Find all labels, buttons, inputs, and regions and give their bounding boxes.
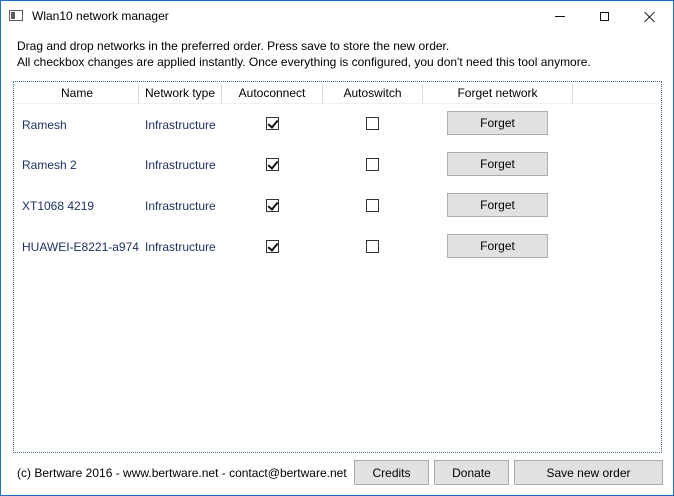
autoconnect-checkbox[interactable] [266, 240, 279, 253]
autoconnect-checkbox[interactable] [266, 158, 279, 171]
autoconnect-checkbox[interactable] [266, 199, 279, 212]
column-header-autoconnect[interactable]: Autoconnect [222, 84, 323, 103]
instruction-line-2: All checkbox changes are applied instant… [17, 55, 591, 69]
credits-button[interactable]: Credits [354, 460, 429, 485]
title-bar[interactable]: Wlan10 network manager [1, 1, 673, 32]
column-header-autoswitch[interactable]: Autoswitch [323, 84, 423, 103]
donate-button[interactable]: Donate [434, 460, 509, 485]
forget-button[interactable]: Forget [447, 152, 548, 176]
network-name: XT1068 4219 [22, 199, 95, 213]
autoswitch-checkbox[interactable] [366, 117, 379, 130]
network-name: Ramesh 2 [22, 158, 77, 172]
window-title: Wlan10 network manager [32, 9, 169, 23]
instruction-line-1: Drag and drop networks in the preferred … [17, 39, 450, 53]
autoswitch-checkbox[interactable] [366, 158, 379, 171]
network-name: HUAWEI-E8221-a974 [22, 240, 139, 254]
forget-button[interactable]: Forget [447, 111, 548, 135]
app-window: Wlan10 network manager Drag and drop net… [0, 0, 674, 496]
network-list[interactable]: Name Network type Autoconnect Autoswitch… [13, 81, 662, 453]
column-header-name[interactable]: Name [16, 84, 139, 103]
autoswitch-checkbox[interactable] [366, 240, 379, 253]
autoconnect-checkbox[interactable] [266, 117, 279, 130]
maximize-icon [600, 12, 609, 21]
close-icon [644, 11, 656, 23]
save-new-order-button[interactable]: Save new order [514, 460, 663, 485]
column-header-forget-network[interactable]: Forget network [423, 84, 573, 103]
header-divider [16, 103, 659, 104]
network-type: Infrastructure [145, 158, 216, 172]
network-type: Infrastructure [145, 199, 216, 213]
credits-text: (c) Bertware 2016 - www.bertware.net - c… [17, 466, 347, 480]
minimize-icon [554, 16, 565, 17]
close-button[interactable] [627, 1, 672, 32]
autoswitch-checkbox[interactable] [366, 199, 379, 212]
network-type: Infrastructure [145, 240, 216, 254]
maximize-button[interactable] [582, 1, 627, 32]
forget-button[interactable]: Forget [447, 193, 548, 217]
app-window-icon [9, 10, 23, 21]
column-header-network-type[interactable]: Network type [139, 84, 222, 103]
network-type: Infrastructure [145, 118, 216, 132]
minimize-button[interactable] [537, 1, 582, 32]
forget-button[interactable]: Forget [447, 234, 548, 258]
network-name: Ramesh [22, 118, 67, 132]
